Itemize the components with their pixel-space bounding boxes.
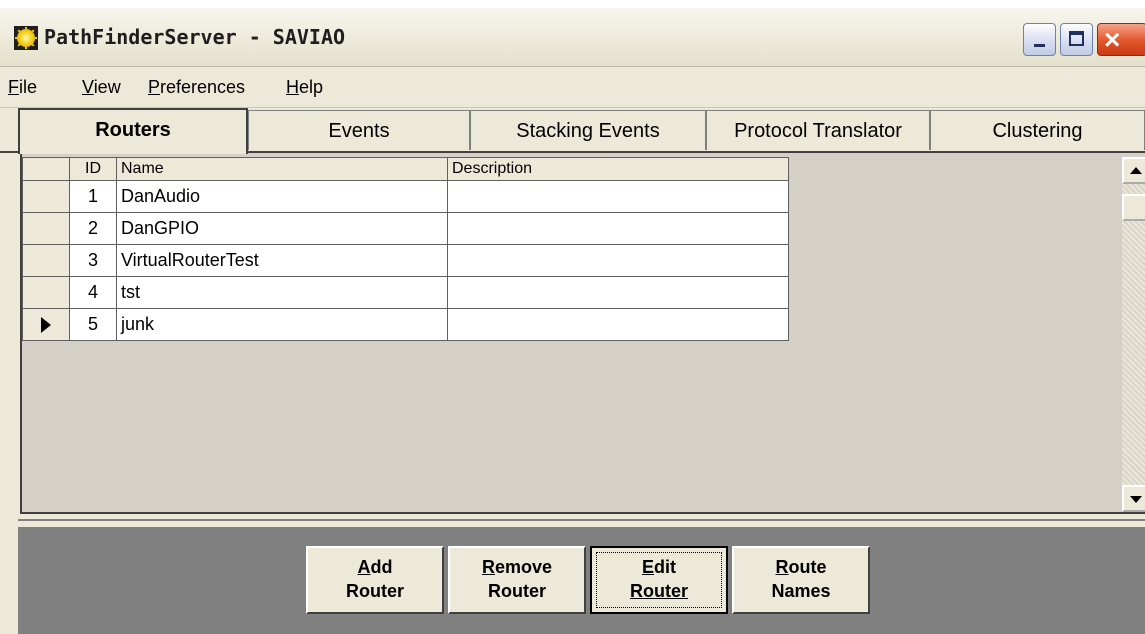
menu-file-label: ile [19, 77, 38, 97]
close-button[interactable]: × [1097, 23, 1145, 56]
route-names-mnemonic: R [775, 557, 789, 577]
column-header-id[interactable]: ID [69, 157, 117, 181]
menu-help-label: elp [299, 77, 324, 97]
menu-view-mnemonic: V [82, 77, 94, 97]
panel-splitter[interactable] [18, 519, 1145, 529]
menu-view-label: iew [93, 77, 121, 97]
title-bar[interactable]: PathFinderServer - SAVIAO × [0, 8, 1145, 67]
route-names-label-2: Names [771, 581, 831, 601]
minimize-button[interactable] [1023, 23, 1056, 56]
cell-description[interactable] [447, 212, 789, 245]
arrow-up-icon [1130, 167, 1142, 174]
remove-router-button[interactable]: Remove Router [448, 546, 586, 614]
tab-events[interactable]: Events [248, 110, 470, 150]
scroll-thumb[interactable] [1122, 194, 1145, 221]
menu-preferences-label: references [160, 77, 246, 97]
window-title: PathFinderServer - SAVIAO [44, 25, 346, 49]
row-selector[interactable] [22, 180, 70, 213]
row-selector[interactable] [22, 308, 70, 341]
remove-router-label-2: Router [488, 581, 546, 601]
table-row[interactable]: 3 VirtualRouterTest [22, 244, 789, 277]
minimize-icon [1034, 44, 1045, 47]
add-router-label-2: Router [346, 581, 404, 601]
action-panel: Add Router Remove Router Edit Router Rou… [18, 529, 1145, 634]
table-row[interactable]: 2 DanGPIO [22, 212, 789, 245]
cell-name[interactable]: DanGPIO [116, 212, 448, 245]
cell-description[interactable] [447, 244, 789, 277]
vertical-scrollbar[interactable] [1122, 157, 1145, 512]
cell-id[interactable]: 4 [69, 276, 117, 309]
cell-description[interactable] [447, 180, 789, 213]
row-selector[interactable] [22, 212, 70, 245]
cell-id[interactable]: 2 [69, 212, 117, 245]
tab-clustering[interactable]: Clustering [930, 110, 1145, 150]
routers-table: ID Name Description 1 DanAudio 2 DanGPIO… [22, 157, 789, 341]
tab-stacking-events[interactable]: Stacking Events [470, 110, 706, 150]
menu-preferences[interactable]: Preferences [148, 77, 245, 98]
row-selector-header [22, 157, 70, 181]
maximize-icon [1069, 31, 1084, 46]
cell-description[interactable] [447, 308, 789, 341]
table-header-row: ID Name Description [22, 157, 789, 181]
table-row[interactable]: 4 tst [22, 276, 789, 309]
close-icon: × [1104, 24, 1121, 55]
table-row[interactable]: 5 junk [22, 308, 789, 341]
app-window: PathFinderServer - SAVIAO × File View Pr… [0, 8, 1145, 634]
tab-protocol-translator[interactable]: Protocol Translator [706, 110, 930, 150]
menu-file[interactable]: File [8, 77, 37, 98]
column-header-description[interactable]: Description [447, 157, 789, 181]
tab-strip: Events Stacking Events Protocol Translat… [0, 108, 1145, 154]
menu-help-mnemonic: H [286, 77, 299, 97]
scroll-down-button[interactable] [1122, 485, 1145, 512]
cell-name[interactable]: tst [116, 276, 448, 309]
maximize-button[interactable] [1060, 23, 1093, 56]
remove-router-mnemonic: R [481, 557, 495, 577]
add-router-mnemonic: A [357, 557, 371, 577]
edit-router-button[interactable]: Edit Router [590, 546, 728, 614]
menu-file-mnemonic: F [8, 77, 19, 97]
cell-id[interactable]: 5 [69, 308, 117, 341]
focus-rectangle [596, 552, 722, 608]
route-names-label-1: oute [788, 557, 827, 577]
routers-grid-area[interactable]: ID Name Description 1 DanAudio 2 DanGPIO… [20, 153, 1145, 514]
cell-id[interactable]: 1 [69, 180, 117, 213]
cell-description[interactable] [447, 276, 789, 309]
column-header-name[interactable]: Name [116, 157, 448, 181]
arrow-down-icon [1130, 496, 1142, 503]
row-selector[interactable] [22, 244, 70, 277]
menu-preferences-mnemonic: P [148, 77, 161, 97]
row-selector[interactable] [22, 276, 70, 309]
route-names-button[interactable]: Route Names [732, 546, 870, 614]
table-row[interactable]: 1 DanAudio [22, 180, 789, 213]
menu-help[interactable]: Help [286, 77, 323, 98]
cell-name[interactable]: VirtualRouterTest [116, 244, 448, 277]
menu-bar: File View Preferences Help [0, 67, 1145, 108]
menu-view[interactable]: View [82, 77, 121, 98]
cell-name[interactable]: DanAudio [116, 180, 448, 213]
add-router-label-1: dd [370, 557, 393, 577]
app-sun-icon [14, 26, 38, 50]
cell-name[interactable]: junk [116, 308, 448, 341]
remove-router-label-1: emove [494, 557, 553, 577]
cell-id[interactable]: 3 [69, 244, 117, 277]
current-row-arrow-icon [41, 317, 51, 334]
add-router-button[interactable]: Add Router [306, 546, 444, 614]
scroll-up-button[interactable] [1122, 157, 1145, 184]
tab-routers[interactable]: Routers [18, 108, 248, 154]
